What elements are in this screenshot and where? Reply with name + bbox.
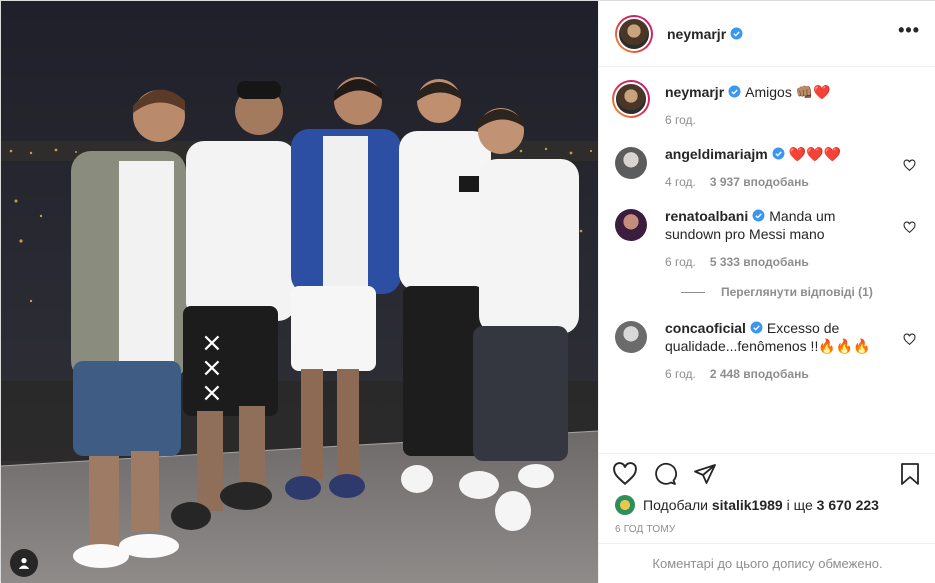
caption-time[interactable]: 6 год. [665, 113, 696, 127]
likes-prefix: Подобали [643, 497, 708, 513]
commenter-avatar[interactable] [615, 209, 647, 241]
post-photo[interactable]: × × × [1, 1, 598, 583]
view-replies-label: Переглянути відповіді (1) [721, 285, 873, 299]
like-comment-heart-icon[interactable] [903, 221, 916, 234]
verified-badge-icon [728, 85, 741, 98]
author-avatar[interactable] [615, 14, 653, 53]
post-header: neymarjr ••• [599, 1, 935, 67]
more-options-button[interactable]: ••• [898, 20, 920, 47]
bookmark-save-icon[interactable] [894, 458, 926, 490]
likes-summary: Подобали sitalik1989 і ще 3 670 223 [615, 493, 879, 517]
commenter-avatar[interactable] [615, 321, 647, 353]
comment-item: renatoalbani Manda um sundown pro Messi m… [615, 207, 920, 269]
caption-username[interactable]: neymarjr [665, 84, 724, 100]
caption-text: Amigos 👊🏽❤️ [745, 84, 831, 100]
user-tag-icon[interactable] [10, 549, 38, 577]
comment-likes[interactable]: 2 448 вподобань [710, 367, 809, 381]
caption-avatar[interactable] [612, 80, 650, 118]
comment-time[interactable]: 4 год. [665, 175, 696, 189]
comment-likes[interactable]: 3 937 вподобань [710, 175, 809, 189]
post-side-panel: neymarjr ••• neymarjr Amigos 👊🏽❤️ 6 год. [598, 1, 935, 583]
comments-limited-notice: Коментарі до цього допису обмежено. [599, 543, 935, 583]
commenter-username[interactable]: angeldimariajm [665, 146, 768, 162]
comment-item: concaoficial Excesso de qualidade...fenôm… [615, 319, 920, 381]
like-comment-heart-icon[interactable] [903, 333, 916, 346]
commenter-username[interactable]: concaoficial [665, 320, 746, 336]
replies-divider-line [681, 291, 705, 293]
liker-username[interactable]: sitalik1989 [712, 497, 783, 513]
view-replies-link[interactable]: Переглянути відповіді (1) [681, 285, 920, 299]
comment-likes[interactable]: 5 333 вподобань [710, 255, 809, 269]
caption: neymarjr Amigos 👊🏽❤️ 6 год. [612, 80, 920, 127]
post-timestamp[interactable]: 6 ГОД ТОМУ [615, 524, 675, 535]
share-paper-plane-icon[interactable] [689, 458, 721, 490]
verified-badge-icon [730, 27, 743, 40]
commenter-username[interactable]: renatoalbani [665, 208, 748, 224]
comment-item: angeldimariajm ❤️❤️❤️ 4 год. 3 937 вподоб… [615, 145, 920, 189]
instagram-post: × × × neymarjr ••• neymarjr Amigos 👊🏽❤️ … [0, 0, 935, 583]
comment-bubble-icon[interactable] [649, 458, 681, 490]
svg-text:×: × [201, 378, 223, 408]
liker-avatar[interactable] [615, 495, 635, 515]
verified-badge-icon [772, 147, 785, 160]
verified-badge-icon [750, 321, 763, 334]
verified-badge-icon [752, 209, 765, 222]
comment-time[interactable]: 6 год. [665, 255, 696, 269]
group-photo-illustration: × × × [1, 1, 598, 583]
commenter-avatar[interactable] [615, 147, 647, 179]
like-comment-heart-icon[interactable] [903, 159, 916, 172]
author-username[interactable]: neymarjr [667, 26, 726, 42]
likes-middle: і ще [786, 497, 813, 513]
likes-count[interactable]: 3 670 223 [817, 497, 879, 513]
comment-time[interactable]: 6 год. [665, 367, 696, 381]
post-actions-bar [599, 453, 935, 493]
comment-text: ❤️❤️❤️ [788, 146, 841, 162]
comments-list[interactable]: neymarjr Amigos 👊🏽❤️ 6 год. angeldimariaj… [599, 67, 935, 453]
like-heart-icon[interactable] [609, 458, 641, 490]
